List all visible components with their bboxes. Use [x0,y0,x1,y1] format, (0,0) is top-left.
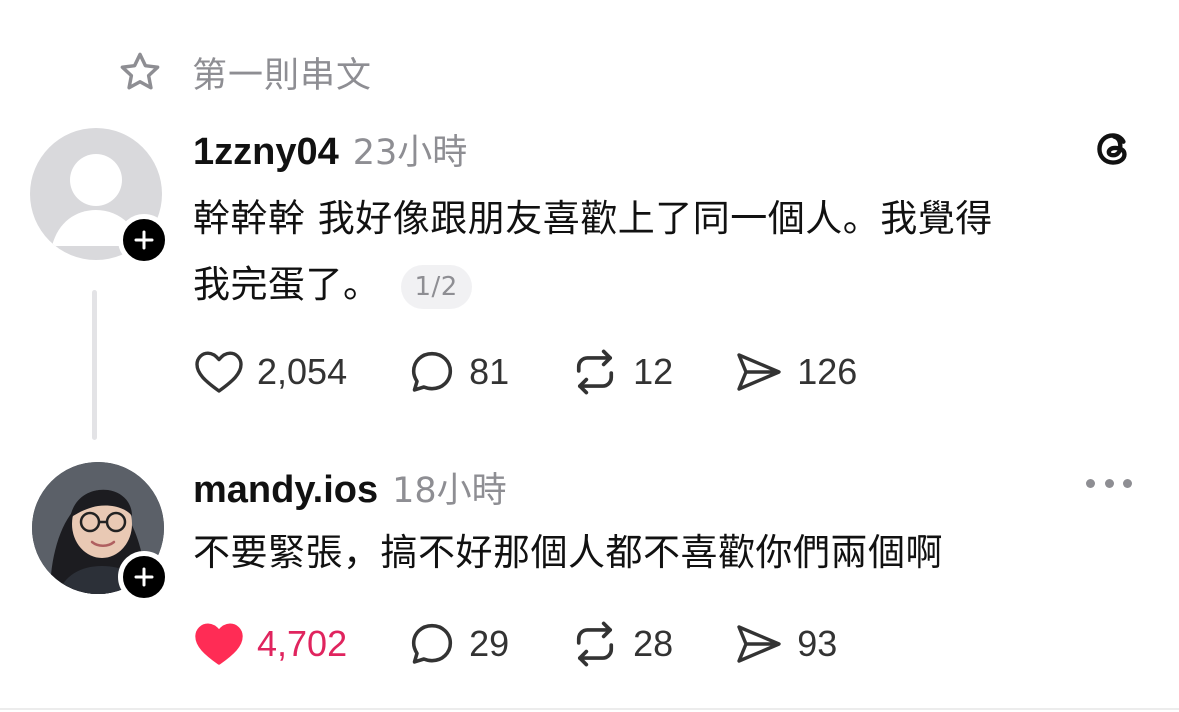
like-button[interactable]: 2,054 [193,348,347,396]
share-button[interactable]: 126 [733,348,857,396]
timestamp: 23小時 [352,133,468,173]
post-actions: 2,054 81 12 126 [193,346,917,398]
more-options-icon[interactable] [1086,470,1132,496]
repost-icon [577,621,614,667]
pinned-label: 第一則串文 [192,55,373,96]
comment-button[interactable]: 29 [407,619,509,669]
share-count: 126 [797,351,858,392]
post-text-line: 我完蛋了。 1/2 [193,252,993,318]
post-text-line: 幹幹幹 我好像跟朋友喜歡上了同一個人。我覺得 [193,197,993,240]
pinned-row: 第一則串文 [116,48,372,96]
repost-count: 28 [633,623,674,664]
share-button[interactable]: 93 [733,620,837,668]
post-header: mandy.ios 18小時 [193,462,507,513]
heart-icon [195,351,243,393]
thread-line [92,290,97,440]
threads-logo-icon[interactable] [1088,124,1138,174]
send-icon [737,353,781,391]
like-count: 2,054 [257,351,348,392]
post-text-line-content: 我完蛋了。 [193,263,381,306]
repost-count: 12 [633,351,674,392]
page-indicator[interactable]: 1/2 [400,264,472,309]
timestamp: 18小時 [392,471,507,511]
comment-count: 81 [469,351,510,392]
post-actions: 4,702 29 28 93 [193,618,897,670]
repost-button[interactable]: 12 [569,346,673,398]
post-text: 不要緊張，搞不好那個人都不喜歡你們兩個啊 [193,531,943,574]
post-header: 1zzny04 23小時 [193,124,467,175]
star-icon [116,48,164,96]
comment-button[interactable]: 81 [407,347,509,397]
divider [0,708,1179,710]
repost-icon [577,349,614,395]
like-count: 4,702 [257,623,348,664]
comment-icon [411,351,453,392]
share-count: 93 [797,623,838,664]
username[interactable]: mandy.ios [193,469,378,512]
plus-icon [134,230,154,250]
follow-button[interactable] [118,214,170,266]
username[interactable]: 1zzny04 [193,131,339,174]
send-icon [737,625,781,663]
comment-icon [411,623,453,664]
plus-icon [134,567,154,587]
like-button[interactable]: 4,702 [193,620,347,668]
comment-count: 29 [469,623,510,664]
follow-button[interactable] [118,551,170,603]
heart-filled-icon [195,623,243,665]
post-text: 幹幹幹 我好像跟朋友喜歡上了同一個人。我覺得 我完蛋了。 1/2 [193,186,993,318]
repost-button[interactable]: 28 [569,618,673,670]
